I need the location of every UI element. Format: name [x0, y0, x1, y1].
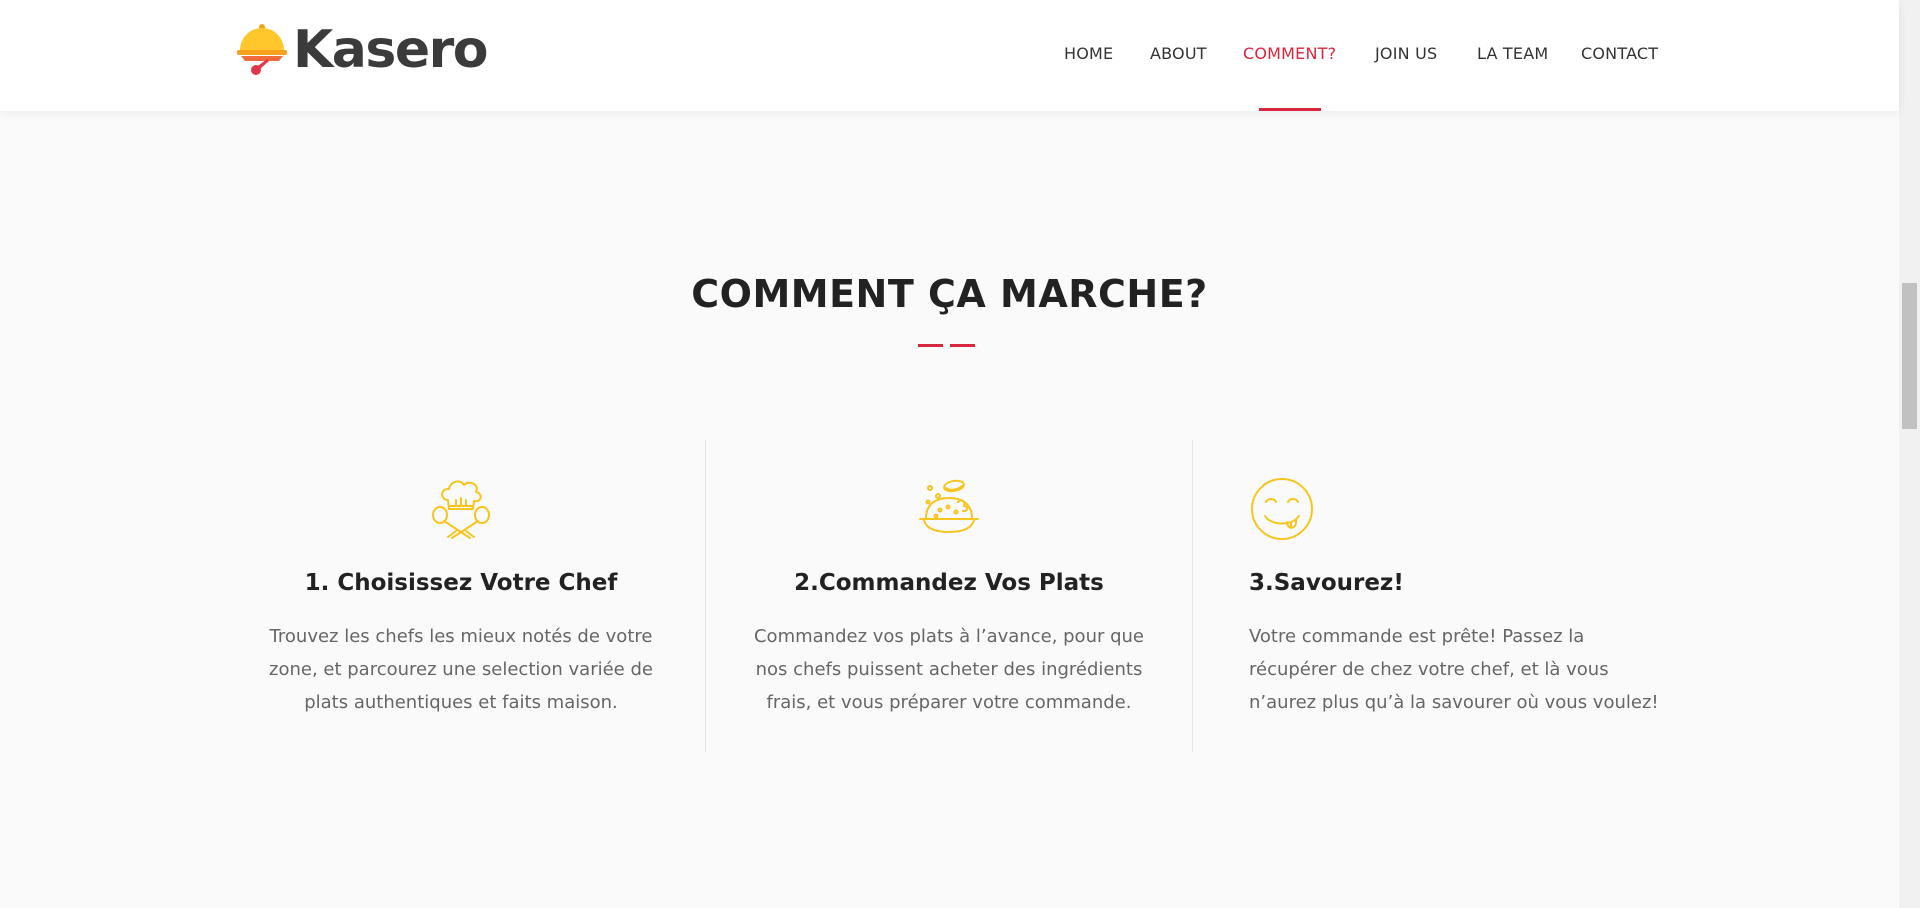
yummy-face-icon: [1251, 478, 1313, 540]
nav-item-home[interactable]: HOME: [1064, 0, 1113, 111]
nav-item-comment[interactable]: COMMENT?: [1243, 0, 1336, 111]
nav-item-about[interactable]: ABOUT: [1150, 0, 1207, 111]
step-1-line-1: Trouvez les chefs les mieux notés de vot…: [269, 626, 653, 647]
step-3-title: 3.Savourez!: [1249, 570, 1404, 596]
page-scrollbar-thumb[interactable]: [1902, 283, 1917, 429]
column-divider-2: [1192, 440, 1193, 752]
cloche-logo-icon: [237, 24, 287, 75]
page: Kasero HOME ABOUT COMMENT? JOIN US LA TE…: [0, 0, 1899, 908]
step-2-line-3: frais, et vous préparer votre commande.: [766, 692, 1132, 713]
step-card-2: 2.Commandez Vos Plats Commandez vos plat…: [706, 440, 1192, 752]
step-3-line-1: Votre commande est prête! Passez la: [1249, 626, 1585, 647]
brand-logo-link[interactable]: Kasero: [237, 20, 488, 80]
title-separator-right: [950, 344, 975, 347]
step-2-title: 2.Commandez Vos Plats: [794, 570, 1104, 596]
page-scrollbar-track[interactable]: [1899, 0, 1920, 908]
section-title: COMMENT ÇA MARCHE?: [691, 272, 1208, 316]
step-2-line-1: Commandez vos plats à l’avance, pour que: [753, 626, 1145, 647]
nav-item-join-us[interactable]: JOIN US: [1375, 0, 1437, 111]
step-2-line-2: nos chefs puissent acheter des ingrédien…: [755, 659, 1143, 680]
step-3-line-3: n’aurez plus qu’à la savourer où vous vo…: [1249, 692, 1659, 713]
step-card-3: 3.Savourez! Votre commande est prête! Pa…: [1249, 440, 1735, 752]
brand-name: Kasero: [293, 20, 488, 80]
title-separator-left: [918, 344, 943, 347]
nav-item-contact[interactable]: CONTACT: [1581, 0, 1658, 111]
active-nav-indicator: [1259, 108, 1321, 111]
step-1-line-2: zone, et parcourez une selection variée …: [269, 659, 653, 680]
step-2-text: Commandez vos plats à l’avance, pour que…: [706, 620, 1192, 719]
site-header: Kasero HOME ABOUT COMMENT? JOIN US LA TE…: [0, 0, 1899, 111]
nav-item-la-team[interactable]: LA TEAM: [1477, 0, 1548, 111]
chef-hat-utensils-icon: [432, 480, 490, 539]
food-plate-icon: [919, 479, 979, 533]
step-1-title: 1. Choisissez Votre Chef: [304, 570, 618, 596]
step-1-text: Trouvez les chefs les mieux notés de vot…: [218, 620, 704, 719]
step-3-line-2: récupérer de chez votre chef, et là vous: [1249, 659, 1609, 680]
step-3-text: Votre commande est prête! Passez la récu…: [1249, 620, 1735, 719]
step-card-1: 1. Choisissez Votre Chef Trouvez les che…: [218, 440, 704, 752]
step-1-line-3: plats authentiques et faits maison.: [304, 692, 618, 713]
